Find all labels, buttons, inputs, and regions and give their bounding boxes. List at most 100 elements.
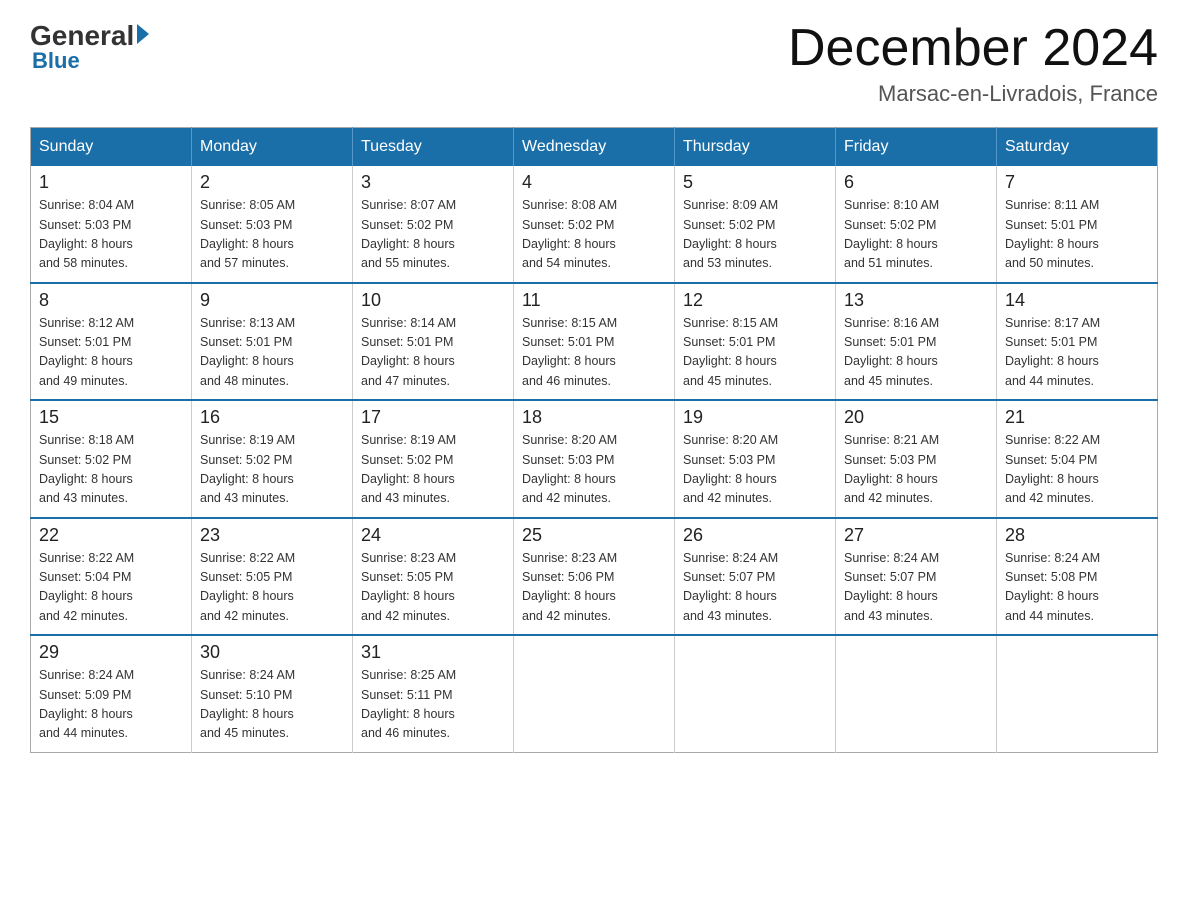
logo: General Blue <box>30 20 149 74</box>
day-info: Sunrise: 8:22 AMSunset: 5:04 PMDaylight:… <box>39 549 183 627</box>
day-info: Sunrise: 8:16 AMSunset: 5:01 PMDaylight:… <box>844 314 988 392</box>
day-number: 21 <box>1005 407 1149 428</box>
day-number: 31 <box>361 642 505 663</box>
day-info: Sunrise: 8:23 AMSunset: 5:05 PMDaylight:… <box>361 549 505 627</box>
day-info: Sunrise: 8:04 AMSunset: 5:03 PMDaylight:… <box>39 196 183 274</box>
day-number: 4 <box>522 172 666 193</box>
calendar-cell: 13 Sunrise: 8:16 AMSunset: 5:01 PMDayligh… <box>836 283 997 401</box>
calendar-cell: 22Sunrise: 8:22 AMSunset: 5:04 PMDayligh… <box>31 518 192 636</box>
calendar-cell: 18 Sunrise: 8:20 AMSunset: 5:03 PMDayligh… <box>514 400 675 518</box>
calendar-cell: 12 Sunrise: 8:15 AMSunset: 5:01 PMDayligh… <box>675 283 836 401</box>
calendar-cell <box>836 635 997 752</box>
days-of-week-row: SundayMondayTuesdayWednesdayThursdayFrid… <box>31 128 1158 167</box>
calendar-cell: 10 Sunrise: 8:14 AMSunset: 5:01 PMDayligh… <box>353 283 514 401</box>
day-info: Sunrise: 8:22 AMSunset: 5:05 PMDaylight:… <box>200 549 344 627</box>
day-info: Sunrise: 8:24 AMSunset: 5:10 PMDaylight:… <box>200 666 344 744</box>
calendar-cell: 15 Sunrise: 8:18 AMSunset: 5:02 PMDayligh… <box>31 400 192 518</box>
location-subtitle: Marsac-en-Livradois, France <box>788 81 1158 107</box>
day-number: 5 <box>683 172 827 193</box>
day-info: Sunrise: 8:15 AMSunset: 5:01 PMDaylight:… <box>683 314 827 392</box>
day-number: 9 <box>200 290 344 311</box>
calendar-cell: 11Sunrise: 8:15 AMSunset: 5:01 PMDayligh… <box>514 283 675 401</box>
calendar-week-2: 8 Sunrise: 8:12 AMSunset: 5:01 PMDaylight… <box>31 283 1158 401</box>
calendar-cell: 20 Sunrise: 8:21 AMSunset: 5:03 PMDayligh… <box>836 400 997 518</box>
day-header-wednesday: Wednesday <box>514 128 675 167</box>
logo-arrow-icon <box>137 24 149 44</box>
calendar-cell: 9 Sunrise: 8:13 AMSunset: 5:01 PMDaylight… <box>192 283 353 401</box>
day-info: Sunrise: 8:12 AMSunset: 5:01 PMDaylight:… <box>39 314 183 392</box>
day-number: 2 <box>200 172 344 193</box>
day-number: 8 <box>39 290 183 311</box>
day-info: Sunrise: 8:19 AMSunset: 5:02 PMDaylight:… <box>200 431 344 509</box>
day-number: 27 <box>844 525 988 546</box>
calendar-cell: 23 Sunrise: 8:22 AMSunset: 5:05 PMDayligh… <box>192 518 353 636</box>
day-number: 13 <box>844 290 988 311</box>
day-number: 15 <box>39 407 183 428</box>
day-info: Sunrise: 8:24 AMSunset: 5:09 PMDaylight:… <box>39 666 183 744</box>
calendar-cell: 30Sunrise: 8:24 AMSunset: 5:10 PMDayligh… <box>192 635 353 752</box>
calendar-cell: 17Sunrise: 8:19 AMSunset: 5:02 PMDayligh… <box>353 400 514 518</box>
calendar-cell: 29 Sunrise: 8:24 AMSunset: 5:09 PMDayligh… <box>31 635 192 752</box>
day-info: Sunrise: 8:14 AMSunset: 5:01 PMDaylight:… <box>361 314 505 392</box>
day-header-friday: Friday <box>836 128 997 167</box>
day-info: Sunrise: 8:20 AMSunset: 5:03 PMDaylight:… <box>522 431 666 509</box>
day-number: 28 <box>1005 525 1149 546</box>
calendar-table: SundayMondayTuesdayWednesdayThursdayFrid… <box>30 127 1158 753</box>
day-number: 12 <box>683 290 827 311</box>
day-number: 25 <box>522 525 666 546</box>
day-number: 6 <box>844 172 988 193</box>
day-number: 7 <box>1005 172 1149 193</box>
day-info: Sunrise: 8:09 AMSunset: 5:02 PMDaylight:… <box>683 196 827 274</box>
day-info: Sunrise: 8:25 AMSunset: 5:11 PMDaylight:… <box>361 666 505 744</box>
day-header-thursday: Thursday <box>675 128 836 167</box>
day-number: 10 <box>361 290 505 311</box>
page-header: General Blue December 2024 Marsac-en-Liv… <box>30 20 1158 107</box>
calendar-cell: 2 Sunrise: 8:05 AMSunset: 5:03 PMDaylight… <box>192 166 353 283</box>
day-header-sunday: Sunday <box>31 128 192 167</box>
day-number: 26 <box>683 525 827 546</box>
day-info: Sunrise: 8:21 AMSunset: 5:03 PMDaylight:… <box>844 431 988 509</box>
day-info: Sunrise: 8:17 AMSunset: 5:01 PMDaylight:… <box>1005 314 1149 392</box>
calendar-cell: 19Sunrise: 8:20 AMSunset: 5:03 PMDayligh… <box>675 400 836 518</box>
calendar-cell <box>675 635 836 752</box>
month-year-title: December 2024 <box>788 20 1158 77</box>
calendar-cell: 5 Sunrise: 8:09 AMSunset: 5:02 PMDaylight… <box>675 166 836 283</box>
day-info: Sunrise: 8:18 AMSunset: 5:02 PMDaylight:… <box>39 431 183 509</box>
calendar-cell: 8 Sunrise: 8:12 AMSunset: 5:01 PMDaylight… <box>31 283 192 401</box>
logo-text-blue: Blue <box>30 48 80 74</box>
day-number: 20 <box>844 407 988 428</box>
day-number: 23 <box>200 525 344 546</box>
day-info: Sunrise: 8:23 AMSunset: 5:06 PMDaylight:… <box>522 549 666 627</box>
day-number: 24 <box>361 525 505 546</box>
day-info: Sunrise: 8:24 AMSunset: 5:07 PMDaylight:… <box>844 549 988 627</box>
calendar-cell: 31 Sunrise: 8:25 AMSunset: 5:11 PMDayligh… <box>353 635 514 752</box>
day-number: 3 <box>361 172 505 193</box>
title-block: December 2024 Marsac-en-Livradois, Franc… <box>788 20 1158 107</box>
day-header-tuesday: Tuesday <box>353 128 514 167</box>
day-info: Sunrise: 8:08 AMSunset: 5:02 PMDaylight:… <box>522 196 666 274</box>
calendar-cell: 16 Sunrise: 8:19 AMSunset: 5:02 PMDayligh… <box>192 400 353 518</box>
calendar-week-5: 29 Sunrise: 8:24 AMSunset: 5:09 PMDayligh… <box>31 635 1158 752</box>
day-header-monday: Monday <box>192 128 353 167</box>
calendar-cell: 3 Sunrise: 8:07 AMSunset: 5:02 PMDaylight… <box>353 166 514 283</box>
calendar-cell: 24 Sunrise: 8:23 AMSunset: 5:05 PMDayligh… <box>353 518 514 636</box>
calendar-cell: 26Sunrise: 8:24 AMSunset: 5:07 PMDayligh… <box>675 518 836 636</box>
day-info: Sunrise: 8:22 AMSunset: 5:04 PMDaylight:… <box>1005 431 1149 509</box>
calendar-cell <box>997 635 1158 752</box>
day-info: Sunrise: 8:15 AMSunset: 5:01 PMDaylight:… <box>522 314 666 392</box>
day-number: 18 <box>522 407 666 428</box>
day-number: 16 <box>200 407 344 428</box>
day-info: Sunrise: 8:19 AMSunset: 5:02 PMDaylight:… <box>361 431 505 509</box>
day-info: Sunrise: 8:13 AMSunset: 5:01 PMDaylight:… <box>200 314 344 392</box>
day-number: 29 <box>39 642 183 663</box>
day-info: Sunrise: 8:07 AMSunset: 5:02 PMDaylight:… <box>361 196 505 274</box>
day-info: Sunrise: 8:05 AMSunset: 5:03 PMDaylight:… <box>200 196 344 274</box>
day-number: 19 <box>683 407 827 428</box>
calendar-week-3: 15 Sunrise: 8:18 AMSunset: 5:02 PMDayligh… <box>31 400 1158 518</box>
day-number: 14 <box>1005 290 1149 311</box>
calendar-header: SundayMondayTuesdayWednesdayThursdayFrid… <box>31 128 1158 167</box>
day-info: Sunrise: 8:24 AMSunset: 5:08 PMDaylight:… <box>1005 549 1149 627</box>
calendar-week-1: 1Sunrise: 8:04 AMSunset: 5:03 PMDaylight… <box>31 166 1158 283</box>
calendar-cell: 4 Sunrise: 8:08 AMSunset: 5:02 PMDaylight… <box>514 166 675 283</box>
calendar-cell <box>514 635 675 752</box>
